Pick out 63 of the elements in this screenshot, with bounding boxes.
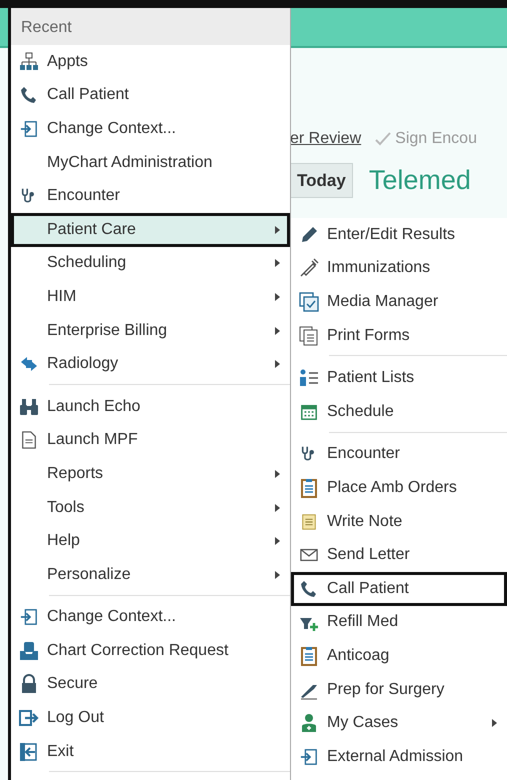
menu-item[interactable]: Prep for Surgery (291, 672, 507, 706)
clipboard-icon (299, 478, 319, 498)
phone-icon (19, 85, 39, 106)
menu-item[interactable]: Personalize (11, 558, 290, 592)
today-button[interactable]: Today (290, 162, 353, 198)
menu-item[interactable]: Change Context... (11, 600, 290, 634)
menu-item[interactable]: Patient Lists (291, 361, 507, 395)
menu-item[interactable]: Call Patient (291, 572, 507, 606)
menu-item[interactable]: Change Context... (11, 112, 290, 146)
stacked-pages-icon (299, 326, 319, 346)
menu-item[interactable]: Exit (11, 734, 290, 768)
menu-item[interactable]: Secure (11, 668, 290, 702)
menu-item[interactable]: Call Patient (11, 78, 290, 112)
menu-item[interactable]: Log Out (11, 701, 290, 735)
menu-item[interactable]: Patient Care (11, 212, 290, 247)
menu-item[interactable]: Write Note (291, 504, 507, 538)
menu-item[interactable]: Tools (11, 490, 290, 524)
check-icon (375, 132, 392, 146)
menu-item[interactable]: HIM (11, 280, 290, 314)
review-link[interactable]: er Review (290, 127, 362, 151)
network-icon (19, 52, 39, 72)
menu-item[interactable]: Encounter (11, 179, 290, 213)
menu-item[interactable]: Launch MPF (11, 424, 290, 458)
menu-item[interactable]: Appts (11, 45, 290, 79)
phone-icon (299, 578, 319, 599)
person-list-icon (299, 368, 319, 388)
document-icon (20, 431, 38, 450)
menu-item[interactable]: Scheduling (11, 246, 290, 280)
menu-item[interactable]: Place Amb Orders (291, 471, 507, 505)
doctor-icon (299, 713, 319, 734)
enter-arrow-icon (300, 748, 318, 766)
menu-item[interactable]: My Cases (291, 706, 507, 740)
lock-icon (19, 674, 39, 694)
menu-item[interactable]: Reports (11, 457, 290, 491)
menu-item[interactable]: External Admission (291, 740, 507, 774)
menu-item[interactable]: Encounter (291, 438, 507, 472)
menu-item[interactable]: Send Letter (291, 538, 507, 572)
menu-item[interactable]: Print Forms (291, 318, 507, 352)
calendar-icon (300, 402, 318, 421)
notepad-icon (300, 512, 318, 531)
menu-item[interactable]: Radiology (11, 347, 290, 381)
menu-item[interactable]: Launch Echo (11, 390, 290, 424)
binoculars-icon (19, 396, 39, 417)
logout-icon (19, 708, 39, 728)
menu-item[interactable]: Media Manager (291, 285, 507, 319)
clipboard-icon (299, 646, 319, 666)
menu-item[interactable]: Immunizations (291, 252, 507, 286)
picture-frame-icon (299, 292, 319, 312)
menu-item[interactable]: Enter/Edit Results (291, 218, 507, 252)
menu-item[interactable]: Schedule (291, 394, 507, 429)
enter-arrow-icon (20, 120, 38, 138)
enter-arrow-icon (20, 608, 38, 626)
menu-item[interactable]: Chart Correction Request (11, 634, 290, 668)
menu-item[interactable]: MyChart Administration (11, 146, 290, 180)
exit-door-icon (19, 742, 39, 762)
menu-item[interactable]: Refill Med (291, 606, 507, 640)
telemed-heading: Telemed (368, 164, 471, 197)
pencil-icon (299, 224, 319, 245)
menu-header: Recent (11, 8, 290, 45)
menu-item[interactable]: Enterprise Billing (11, 314, 290, 348)
menu-item[interactable]: Anticoag (291, 639, 507, 673)
menu-item[interactable]: Help (11, 524, 290, 558)
syringe-icon (299, 258, 319, 278)
